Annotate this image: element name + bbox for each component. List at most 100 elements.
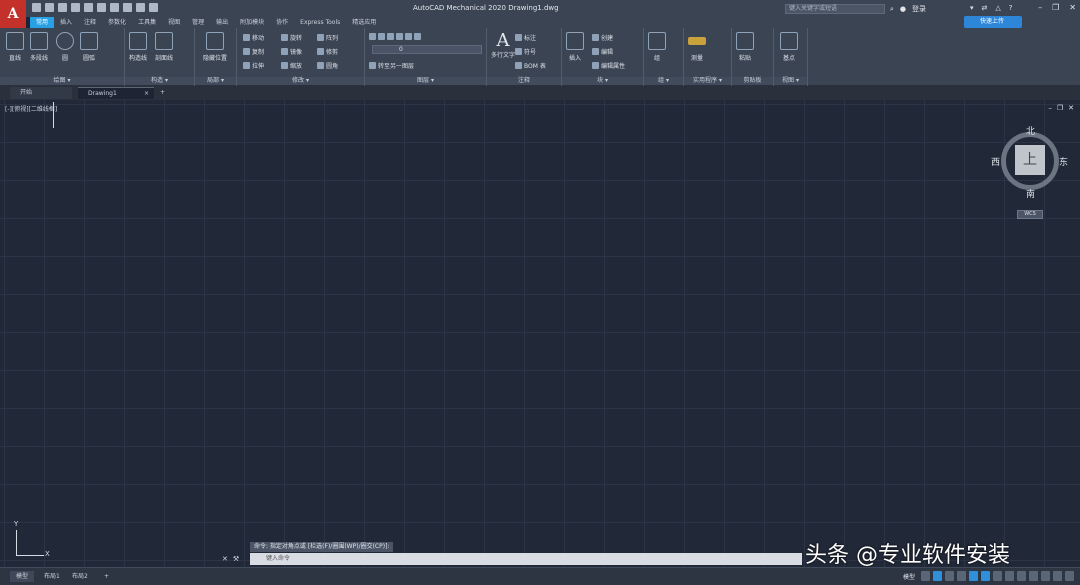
save-as-icon[interactable]	[71, 3, 80, 12]
panel-layer-label[interactable]: 图层 ▾	[365, 77, 486, 85]
fillet-tool[interactable]: 圆角	[317, 61, 338, 70]
rotate-tool[interactable]: 旋转	[281, 33, 302, 42]
command-customize-icon[interactable]: ⚒	[233, 555, 239, 563]
close-icon[interactable]: ✕	[1069, 3, 1076, 12]
scale-tool[interactable]: 缩放	[281, 61, 302, 70]
tab-view[interactable]: 视图	[162, 17, 186, 28]
ortho-icon[interactable]	[945, 571, 954, 581]
cart-icon[interactable]: ▾	[970, 4, 974, 12]
clean-screen-icon[interactable]	[1053, 571, 1062, 581]
panel-draw-label[interactable]: 绘图 ▾	[0, 77, 124, 85]
array-tool[interactable]: 阵列	[317, 33, 338, 42]
circle-tool[interactable]: 圆	[56, 32, 74, 62]
insert-tool[interactable]: 插入	[566, 32, 584, 62]
layout-tab-layout2[interactable]: 布局2	[66, 571, 94, 582]
mtext-tool[interactable]: A 多行文字	[491, 32, 515, 60]
create-block-tool[interactable]: 创建	[592, 33, 613, 42]
a360-icon[interactable]: △	[995, 4, 1000, 12]
minimize-icon[interactable]: –	[1038, 3, 1042, 12]
search-input[interactable]: 键入关键字或短语	[785, 4, 885, 14]
workspace-switch-icon[interactable]	[1005, 571, 1014, 581]
restore-icon[interactable]: ❐	[1052, 3, 1059, 12]
layer-move-tool[interactable]: 转至另一图层	[369, 61, 414, 70]
annotation-scale-icon[interactable]	[993, 571, 1002, 581]
tab-collaborate[interactable]: 协作	[270, 17, 294, 28]
dimension-tool[interactable]: 标注	[515, 33, 536, 42]
viewcube-north[interactable]: 北	[1026, 124, 1035, 137]
arc-tool[interactable]: 圆弧	[80, 32, 98, 62]
isolate-icon[interactable]	[1029, 571, 1038, 581]
close-tab-icon[interactable]: ×	[144, 88, 149, 100]
panel-block-label[interactable]: 块 ▾	[562, 77, 643, 85]
stretch-tool[interactable]: 拉伸	[243, 61, 264, 70]
tab-insert[interactable]: 插入	[54, 17, 78, 28]
tab-home[interactable]: 常用	[30, 17, 55, 28]
command-input[interactable]: 键入命令	[250, 553, 802, 565]
save-icon[interactable]	[58, 3, 67, 12]
binoculars-icon[interactable]: ⌕	[890, 5, 894, 14]
polar-icon[interactable]	[957, 571, 966, 581]
tab-manage[interactable]: 管理	[186, 17, 210, 28]
app-logo[interactable]: A	[0, 0, 26, 28]
viewport-controls-label[interactable]: [-][俯视][二维线框]	[5, 104, 57, 113]
edit-block-tool[interactable]: 编辑	[592, 47, 613, 56]
copy-tool[interactable]: 复制	[243, 47, 264, 56]
layer-dropdown[interactable]: 0	[372, 45, 482, 54]
bom-tool[interactable]: BOM 表	[515, 61, 546, 70]
symbol-tool[interactable]: 符号	[515, 47, 536, 56]
panel-utilities-label[interactable]: 实用程序 ▾	[684, 77, 731, 85]
viewcube-east[interactable]: 东	[1059, 155, 1068, 168]
plus-icon[interactable]	[1017, 571, 1026, 581]
redo-icon[interactable]	[136, 3, 145, 12]
hide-position-tool[interactable]: 隐藏位置	[203, 32, 227, 62]
grid-icon[interactable]	[921, 571, 930, 581]
wcs-menu[interactable]: WCS	[1017, 210, 1043, 219]
viewport-close-icon[interactable]: ✕	[1068, 104, 1074, 112]
group-tool[interactable]: 组	[648, 32, 666, 62]
tab-toolsets[interactable]: 工具集	[132, 17, 162, 28]
new-icon[interactable]	[32, 3, 41, 12]
tab-addins[interactable]: 附加模块	[234, 17, 270, 28]
tab-output[interactable]: 输出	[210, 17, 234, 28]
undo-icon[interactable]	[123, 3, 132, 12]
viewport-minimize-icon[interactable]: –	[1048, 104, 1052, 112]
tab-featured-apps[interactable]: 精选应用	[346, 17, 382, 28]
doc-tab-drawing1[interactable]: Drawing1 ×	[78, 87, 154, 99]
web-save-icon[interactable]	[97, 3, 106, 12]
viewcube-top-face[interactable]: 上	[1015, 145, 1045, 175]
tab-parametric[interactable]: 参数化	[102, 17, 132, 28]
construction-line-tool[interactable]: 构造线	[129, 32, 147, 62]
new-tab-button[interactable]: +	[158, 87, 170, 99]
panel-clipboard-label[interactable]: 剪贴板	[732, 77, 773, 85]
viewcube[interactable]: 上 北 南 西 东	[991, 124, 1068, 200]
snap-icon[interactable]	[933, 571, 942, 581]
base-view-tool[interactable]: 基点	[780, 32, 798, 62]
panel-detail-label[interactable]: 局部 ▾	[195, 77, 236, 85]
viewcube-south[interactable]: 南	[1026, 187, 1035, 200]
layer-tools-row[interactable]	[369, 33, 421, 40]
mirror-tool[interactable]: 镜像	[281, 47, 302, 56]
doc-tab-start[interactable]: 开始	[10, 87, 72, 99]
viewport-restore-icon[interactable]: ❐	[1057, 104, 1063, 112]
layout-tab-model[interactable]: 模型	[10, 571, 35, 582]
drawing-canvas[interactable]: [-][俯视][二维线框] – ❐ ✕ 上 北 南 西 东 WCS Y X	[0, 100, 1080, 567]
edit-attributes-tool[interactable]: 编辑属性	[592, 61, 625, 70]
help-icon[interactable]: ?	[1009, 4, 1013, 12]
model-space-label[interactable]: 模型	[903, 572, 915, 581]
panel-construct-label[interactable]: 构造 ▾	[125, 77, 194, 85]
polyline-tool[interactable]: 多段线	[30, 32, 48, 62]
tab-annotate[interactable]: 注释	[78, 17, 102, 28]
osnap-icon[interactable]	[969, 571, 978, 581]
exchange-icon[interactable]: ⇄	[982, 4, 988, 12]
quick-access-toolbar[interactable]	[32, 3, 158, 12]
workspace-icon[interactable]	[149, 3, 158, 12]
measure-tool[interactable]: 测量	[688, 32, 706, 62]
paste-tool[interactable]: 粘贴	[736, 32, 754, 62]
panel-modify-label[interactable]: 修改 ▾	[237, 77, 364, 85]
tab-express-tools[interactable]: Express Tools	[294, 17, 346, 28]
trim-tool[interactable]: 修剪	[317, 47, 338, 56]
command-close-icon[interactable]: ✕	[222, 555, 228, 563]
login-area[interactable]: ⌕ ● 登录	[890, 4, 926, 14]
panel-group-label[interactable]: 组 ▾	[644, 77, 683, 85]
layout-tab-layout1[interactable]: 布局1	[38, 571, 66, 582]
